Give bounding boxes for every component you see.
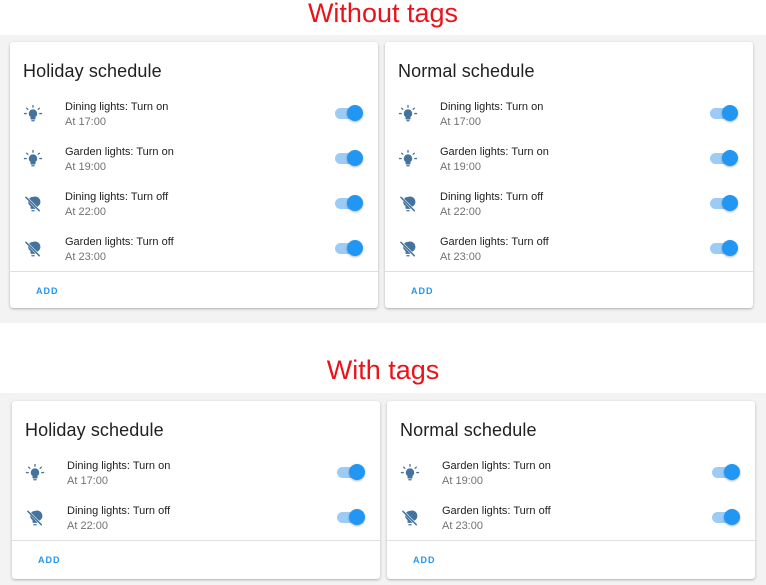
entry-name: Dining lights: Turn on [440, 101, 544, 113]
enable-toggle[interactable] [337, 464, 365, 481]
enable-toggle[interactable] [710, 105, 738, 122]
entry-name: Garden lights: Turn off [442, 505, 551, 517]
toggle-thumb [349, 464, 365, 480]
toggle-thumb [724, 464, 740, 480]
enable-toggle[interactable] [710, 150, 738, 167]
schedule-entry[interactable]: Garden lights: Turn off At 23:00 [10, 236, 378, 281]
schedule-entry[interactable]: Garden lights: Turn off At 23:00 [385, 236, 753, 281]
toggle-thumb [347, 195, 363, 211]
enable-toggle[interactable] [710, 240, 738, 257]
lightbulb-on-icon [398, 149, 418, 169]
schedule-entry[interactable]: Dining lights: Turn on At 17:00 [385, 101, 753, 146]
card-divider [12, 540, 380, 541]
entry-name: Garden lights: Turn off [440, 236, 549, 248]
lightbulb-off-icon [398, 239, 418, 259]
lightbulb-on-icon [23, 104, 43, 124]
section-title-with-tags: With tags [326, 355, 440, 385]
lightbulb-off-icon [23, 239, 43, 259]
entry-name: Dining lights: Turn off [67, 505, 171, 517]
card-divider [385, 271, 753, 272]
toggle-thumb [722, 105, 738, 121]
add-button[interactable]: ADD [38, 555, 61, 565]
card-divider [387, 540, 755, 541]
entry-name: Garden lights: Turn on [440, 146, 549, 158]
entry-time: At 22:00 [67, 520, 108, 532]
toggle-thumb [349, 509, 365, 525]
toggle-thumb [722, 240, 738, 256]
enable-toggle[interactable] [337, 509, 365, 526]
entry-name: Dining lights: Turn off [65, 191, 169, 203]
panel-without-tags: Holiday schedule Dining lights: Turn on … [0, 35, 766, 323]
enable-toggle[interactable] [710, 195, 738, 212]
toggle-thumb [724, 509, 740, 525]
toggle-thumb [347, 150, 363, 166]
entry-name: Garden lights: Turn off [65, 236, 174, 248]
entry-time: At 17:00 [67, 475, 108, 487]
entry-name: Dining lights: Turn on [65, 101, 169, 113]
entry-time: At 19:00 [440, 161, 481, 173]
section-title-without-tags: Without tags [307, 0, 459, 28]
schedule-card-normal: Normal schedule Dining lights: Turn on A… [385, 42, 753, 308]
entry-time: At 19:00 [442, 475, 483, 487]
add-button[interactable]: ADD [411, 286, 434, 296]
entry-time: At 23:00 [442, 520, 483, 532]
card-title: Holiday schedule [23, 61, 162, 81]
schedule-entry[interactable]: Garden lights: Turn on At 19:00 [385, 146, 753, 191]
entry-time: At 22:00 [65, 206, 106, 218]
panel-with-tags: Holiday schedule Dining lights: Turn on … [0, 393, 766, 585]
schedule-entry[interactable]: Dining lights: Turn on At 17:00 [12, 460, 380, 505]
add-button[interactable]: ADD [413, 555, 436, 565]
toggle-thumb [347, 240, 363, 256]
lightbulb-on-icon [400, 463, 420, 483]
lightbulb-on-icon [398, 104, 418, 124]
entry-time: At 17:00 [65, 116, 106, 128]
schedule-entry[interactable]: Dining lights: Turn off At 22:00 [12, 505, 380, 550]
schedule-card-normal: Normal schedule Garden lights: Turn on A… [387, 401, 755, 579]
entry-name: Garden lights: Turn on [442, 460, 551, 472]
entry-time: At 22:00 [440, 206, 481, 218]
lightbulb-on-icon [25, 463, 45, 483]
schedule-entry[interactable]: Dining lights: Turn on At 17:00 [10, 101, 378, 146]
entry-time: At 17:00 [440, 116, 481, 128]
entry-name: Dining lights: Turn off [440, 191, 544, 203]
toggle-thumb [722, 195, 738, 211]
toggle-thumb [722, 150, 738, 166]
schedule-entry[interactable]: Garden lights: Turn off At 23:00 [387, 505, 755, 550]
lightbulb-off-icon [398, 194, 418, 214]
entry-time: At 19:00 [65, 161, 106, 173]
schedule-entry[interactable]: Garden lights: Turn on At 19:00 [387, 460, 755, 505]
card-title: Normal schedule [398, 61, 535, 81]
card-title: Normal schedule [400, 420, 537, 440]
card-divider [10, 271, 378, 272]
toggle-thumb [347, 105, 363, 121]
schedule-entry[interactable]: Dining lights: Turn off At 22:00 [10, 191, 378, 236]
enable-toggle[interactable] [335, 240, 363, 257]
lightbulb-off-icon [23, 194, 43, 214]
entry-time: At 23:00 [440, 251, 481, 263]
schedule-entry[interactable]: Garden lights: Turn on At 19:00 [10, 146, 378, 191]
lightbulb-on-icon [23, 149, 43, 169]
entry-name: Dining lights: Turn on [67, 460, 171, 472]
entry-name: Garden lights: Turn on [65, 146, 174, 158]
schedule-card-holiday: Holiday schedule Dining lights: Turn on … [12, 401, 380, 579]
enable-toggle[interactable] [335, 150, 363, 167]
enable-toggle[interactable] [712, 509, 740, 526]
enable-toggle[interactable] [335, 195, 363, 212]
schedule-card-holiday: Holiday schedule Dining lights: Turn on … [10, 42, 378, 308]
lightbulb-off-icon [400, 508, 420, 528]
enable-toggle[interactable] [335, 105, 363, 122]
add-button[interactable]: ADD [36, 286, 59, 296]
card-title: Holiday schedule [25, 420, 164, 440]
enable-toggle[interactable] [712, 464, 740, 481]
lightbulb-off-icon [25, 508, 45, 528]
schedule-entry[interactable]: Dining lights: Turn off At 22:00 [385, 191, 753, 236]
entry-time: At 23:00 [65, 251, 106, 263]
